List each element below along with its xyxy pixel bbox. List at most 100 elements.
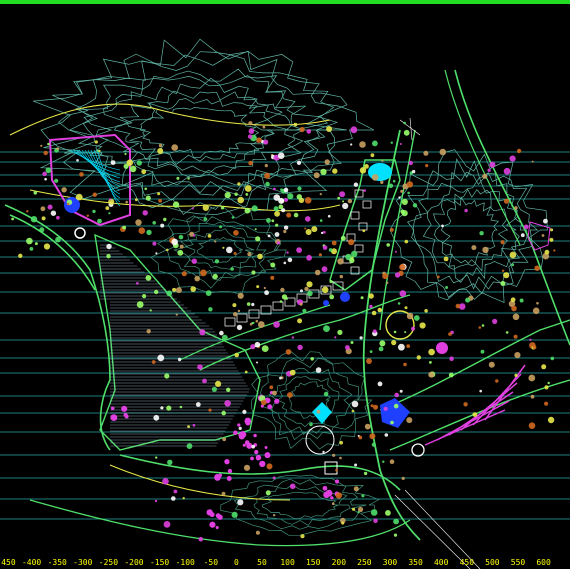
tree-dot (416, 355, 421, 360)
tree-dot (245, 193, 249, 196)
tree-dot (377, 307, 383, 313)
tree-dot (30, 216, 38, 223)
tree-dot (342, 202, 349, 210)
tree-dot (247, 134, 253, 139)
site-plan-drawing[interactable]: -450 -400 -350 -300 -250 -200 -150 -100 -50 0 50 10… (0, 0, 570, 569)
tree-dot (377, 381, 383, 387)
tree-dot (264, 290, 269, 296)
tree-dot (40, 144, 43, 147)
ruler-label: 200 (332, 558, 347, 567)
tree-dot (481, 324, 485, 327)
tree-dot (237, 182, 241, 186)
tree-dot (287, 193, 294, 200)
tree-dot (50, 210, 57, 216)
tree-dot (516, 148, 522, 154)
tree-dot (544, 385, 549, 390)
tree-dot (205, 290, 212, 296)
tree-dot (284, 197, 288, 202)
magenta-shrub (209, 521, 216, 528)
cad-viewport[interactable]: -450 -400 -350 -300 -250 -200 -150 -100 -50 0 50 10… (0, 0, 570, 569)
tree-dot (236, 324, 243, 331)
ruler-label: 0 (234, 558, 239, 567)
tree-symbols (11, 121, 556, 542)
tree-dot (251, 302, 255, 307)
tree-dot (373, 518, 378, 524)
tree-dot (255, 319, 259, 323)
magenta-shrub (322, 485, 328, 491)
tree-dot (47, 142, 50, 146)
tree-dot (439, 148, 447, 156)
ruler-label: 450 (460, 558, 475, 567)
tree-dot (244, 370, 248, 374)
tree-dot (351, 250, 358, 258)
tree-dot (331, 502, 335, 506)
tree-dot (280, 188, 283, 192)
tree-dot (248, 128, 255, 134)
tree-dot (321, 286, 329, 294)
tree-dot (110, 160, 116, 166)
tree-dot (520, 233, 525, 238)
tree-dot (177, 357, 182, 362)
tree-dot (222, 437, 227, 442)
tree-dot (488, 361, 495, 368)
tree-dot (29, 247, 34, 251)
tree-dot (269, 385, 274, 390)
tree-dot (264, 164, 268, 168)
tree-dot (166, 290, 173, 297)
tree-dot (370, 404, 374, 408)
magenta-shrub (253, 433, 257, 438)
tree-dot (26, 210, 29, 213)
tree-dot (353, 182, 359, 187)
ruler-label: 150 (306, 558, 321, 567)
tree-dot (197, 364, 203, 370)
tree-dot (532, 307, 540, 315)
tree-dot (283, 225, 289, 230)
contour-line (166, 215, 279, 289)
tree-dot (11, 217, 15, 221)
tree-dot (276, 241, 280, 245)
tree-dot (472, 412, 478, 417)
axis-block (362, 200, 372, 209)
tree-dot (79, 172, 84, 177)
tree-dot (264, 172, 271, 179)
ruler-label: -50 (204, 558, 219, 567)
tree-dot (448, 332, 452, 336)
tree-dot (199, 329, 206, 336)
tree-dot (283, 187, 289, 193)
tree-dot (92, 192, 98, 197)
tree-dot (182, 497, 185, 500)
tree-dot (207, 234, 212, 238)
tree-dot (511, 305, 517, 312)
tree-dot (408, 160, 413, 166)
tree-dot (364, 423, 371, 430)
magenta-shrub (226, 476, 232, 481)
tree-dot (390, 228, 394, 232)
tree-dot (478, 326, 482, 329)
tree-dot (273, 187, 276, 191)
tree-dot (273, 194, 281, 201)
tree-dot (305, 229, 312, 235)
tree-dot (479, 389, 483, 393)
tree-dot (332, 453, 336, 457)
magenta-shrub (227, 468, 233, 474)
tree-dot (528, 374, 536, 382)
tree-dot (166, 405, 172, 411)
tree-dot (26, 237, 33, 245)
tree-dot (404, 239, 409, 244)
tree-dot (362, 229, 366, 233)
tree-dot (270, 262, 276, 268)
tree-dot (152, 241, 157, 246)
tree-dot (33, 191, 38, 195)
tree-dot (349, 257, 355, 264)
tree-dot (198, 536, 204, 542)
tree-dot (399, 389, 403, 393)
tree-dot (237, 292, 244, 299)
tree-dot (383, 406, 388, 411)
tree-dot (56, 147, 60, 151)
tree-dot (285, 349, 292, 355)
tree-dot (393, 533, 398, 537)
tree-dot (256, 137, 262, 143)
tree-dot (202, 378, 207, 384)
tree-dot (544, 249, 550, 255)
tree-dot (145, 195, 151, 201)
